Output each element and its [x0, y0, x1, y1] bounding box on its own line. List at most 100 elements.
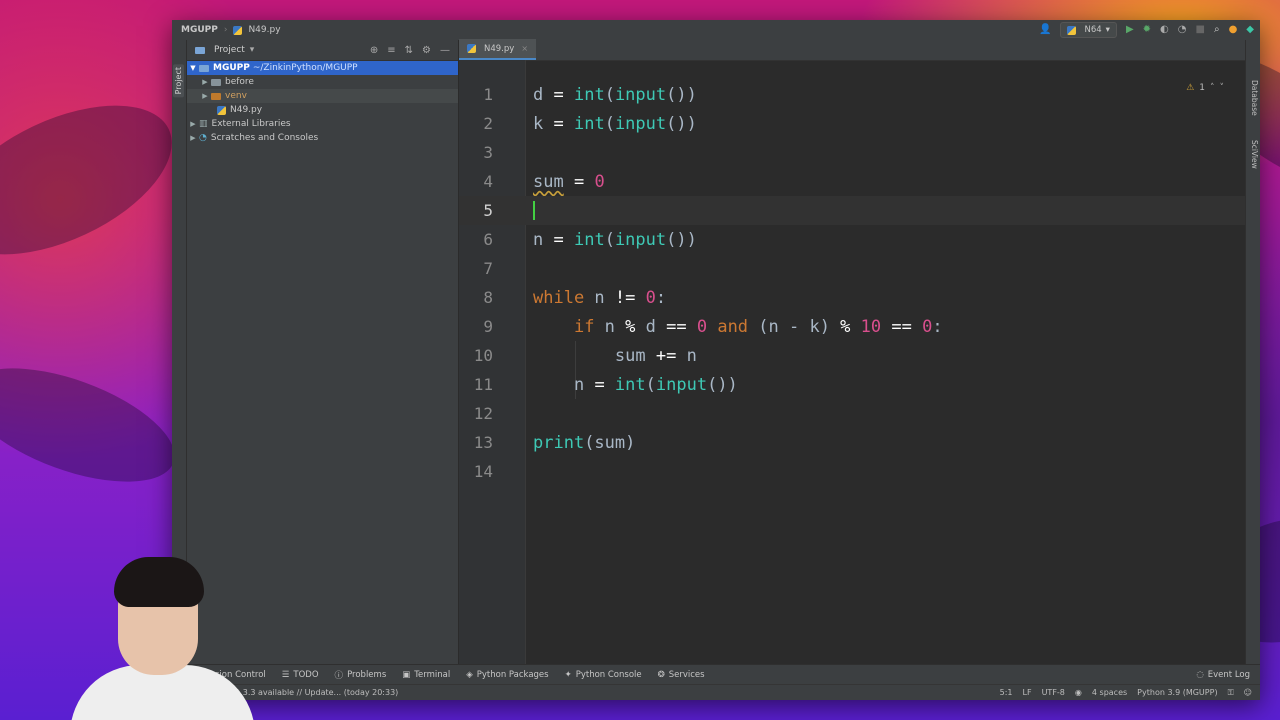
close-icon[interactable]: ×	[521, 44, 528, 53]
tab-n49[interactable]: N49.py ×	[459, 39, 537, 60]
profile-icon[interactable]: ◔	[1178, 25, 1187, 35]
line-number: 4	[483, 172, 493, 191]
code-line[interactable]: 1 d = int(input())	[459, 80, 1246, 109]
code-token: 0	[911, 316, 933, 337]
project-view-dropdown[interactable]: Project	[214, 45, 245, 55]
tool-window-label: Python Packages	[476, 670, 549, 680]
code-token: if	[573, 316, 595, 337]
code-token: d	[635, 316, 667, 337]
webcam-overlay	[70, 555, 255, 720]
status-bar: 21.3.3 available // Update... (today 20:…	[172, 684, 1260, 700]
services-button[interactable]: ❂ Services	[658, 670, 705, 680]
line-number: 10	[473, 346, 493, 365]
code-token: 0	[594, 171, 605, 192]
line-number: 5	[483, 201, 493, 220]
run-config-selector[interactable]: N64 ▾	[1060, 22, 1117, 38]
code-line[interactable]: 12	[459, 399, 1246, 428]
tool-window-label: Services	[668, 670, 705, 680]
problems-button[interactable]: ⓘ Problems	[335, 669, 387, 681]
chevron-right-icon[interactable]: ▶	[199, 92, 211, 100]
user-icon[interactable]: 👤	[1039, 25, 1051, 35]
tree-item-before[interactable]: ▶ before	[187, 75, 458, 89]
tree-item-external-libraries[interactable]: ▶ ▥ External Libraries	[187, 117, 458, 131]
interpreter-selector[interactable]: Python 3.9 (MGUPP)	[1137, 688, 1217, 698]
code-area[interactable]: 1 d = int(input()) 2 k = int(input()) 3 …	[459, 80, 1246, 665]
line-separator[interactable]: LF	[1023, 688, 1032, 698]
code-line[interactable]: 3	[459, 138, 1246, 167]
code-line[interactable]: 7	[459, 254, 1246, 283]
lock-icon[interactable]: ⚿	[1228, 688, 1234, 698]
update-message[interactable]: 21.3.3 available // Update... (today 20:…	[230, 688, 398, 697]
code-line[interactable]: 2 k = int(input())	[459, 109, 1246, 138]
code-editor[interactable]: N49.py × ⚠ 1 ˄ ˅ 1 d = int(input()) 2 k …	[459, 39, 1246, 665]
code-token: n	[573, 374, 585, 395]
todo-button[interactable]: ☰ TODO	[282, 670, 319, 680]
debug-icon[interactable]: ✹	[1143, 25, 1151, 35]
code-token: %	[840, 316, 851, 337]
code-token: =	[543, 113, 574, 134]
code-token: 0	[686, 316, 718, 337]
expand-all-icon[interactable]: ≡	[387, 45, 395, 56]
stop-icon[interactable]: ■	[1196, 25, 1205, 35]
event-log-button[interactable]: ◌ Event Log	[1196, 670, 1260, 680]
locate-icon[interactable]: ⊕	[370, 45, 378, 56]
code-token: =	[584, 374, 615, 395]
code-line[interactable]: 11 n = int(input())	[459, 370, 1246, 399]
sciview-strip-button[interactable]: SciView	[1250, 140, 1259, 169]
tree-item-label: Scratches and Consoles	[210, 133, 319, 143]
project-strip-button[interactable]: Project	[173, 64, 184, 98]
list-icon: ☰	[281, 670, 290, 680]
database-strip-button[interactable]: Database	[1250, 80, 1259, 116]
chevron-right-icon[interactable]: ▶	[199, 78, 211, 86]
tree-item-label: venv	[225, 91, 247, 101]
terminal-button[interactable]: ▣ Terminal	[402, 670, 450, 680]
python-console-button[interactable]: ✦ Python Console	[565, 670, 642, 680]
line-number: 11	[473, 375, 493, 394]
python-packages-button[interactable]: ◈ Python Packages	[466, 670, 548, 680]
tree-item-mgupp[interactable]: ▼ MGUPP ~/ZinkinPython/MGUPP	[187, 61, 458, 75]
update-icon[interactable]: ●	[1229, 25, 1238, 35]
gear-icon[interactable]: ⚙	[422, 45, 431, 56]
notifications-icon[interactable]: ☺	[1244, 688, 1252, 698]
project-name[interactable]: MGUPP	[181, 25, 218, 35]
text-caret	[533, 201, 535, 220]
indent-setting[interactable]: 4 spaces	[1092, 688, 1127, 698]
code-line[interactable]: 6 n = int(input())	[459, 225, 1246, 254]
caret-position[interactable]: 5:1	[1000, 688, 1013, 698]
code-line[interactable]: 9 if n % d == 0 and (n - k) % 10 == 0:	[459, 312, 1246, 341]
code-token: n	[676, 345, 697, 366]
breadcrumb-file[interactable]: N49.py	[248, 25, 280, 35]
code-token: n	[594, 316, 626, 337]
services-icon: ❂	[657, 670, 665, 680]
chevron-right-icon[interactable]: ▶	[187, 134, 199, 142]
coverage-icon[interactable]: ◐	[1160, 25, 1169, 35]
hide-icon[interactable]: —	[440, 45, 450, 56]
collapse-all-icon[interactable]: ⇅	[405, 45, 413, 56]
line-number: 14	[473, 462, 493, 481]
plugin-icon[interactable]: ◆	[1246, 25, 1254, 35]
code-line[interactable]: 13 print(sum)	[459, 428, 1246, 457]
code-token: sum	[614, 345, 656, 366]
tool-window-label: Terminal	[414, 670, 451, 680]
code-line[interactable]: 4 sum = 0	[459, 167, 1246, 196]
tree-item-scratches[interactable]: ▶ ◔ Scratches and Consoles	[187, 131, 458, 145]
file-encoding[interactable]: UTF-8	[1042, 688, 1065, 698]
eye-icon[interactable]: ◉	[1075, 688, 1082, 698]
code-line-current[interactable]: 5	[459, 196, 1246, 225]
project-panel-header: Project ▾ ⊕ ≡ ⇅ ⚙ —	[187, 40, 458, 61]
tool-window-bar: ⑂Version Control ☰TODO ⓘProblems ▣Termin…	[172, 664, 1260, 685]
tree-item-n49[interactable]: N49.py	[187, 103, 458, 117]
code-token: ==	[666, 316, 687, 337]
tree-item-venv[interactable]: ▶ venv	[187, 89, 458, 103]
code-line[interactable]: 10 sum += n	[459, 341, 1246, 370]
run-icon[interactable]: ▶	[1126, 25, 1134, 35]
python-file-icon	[467, 44, 476, 53]
tool-window-label: TODO	[293, 670, 319, 680]
folder-icon	[211, 78, 221, 86]
search-icon[interactable]: ⌕	[1214, 25, 1220, 35]
code-line[interactable]: 8 while n != 0:	[459, 283, 1246, 312]
chevron-down-icon[interactable]: ▾	[250, 45, 255, 55]
chevron-right-icon[interactable]: ▶	[187, 120, 199, 128]
code-line[interactable]: 14	[459, 457, 1246, 486]
chevron-down-icon[interactable]: ▼	[187, 64, 199, 72]
